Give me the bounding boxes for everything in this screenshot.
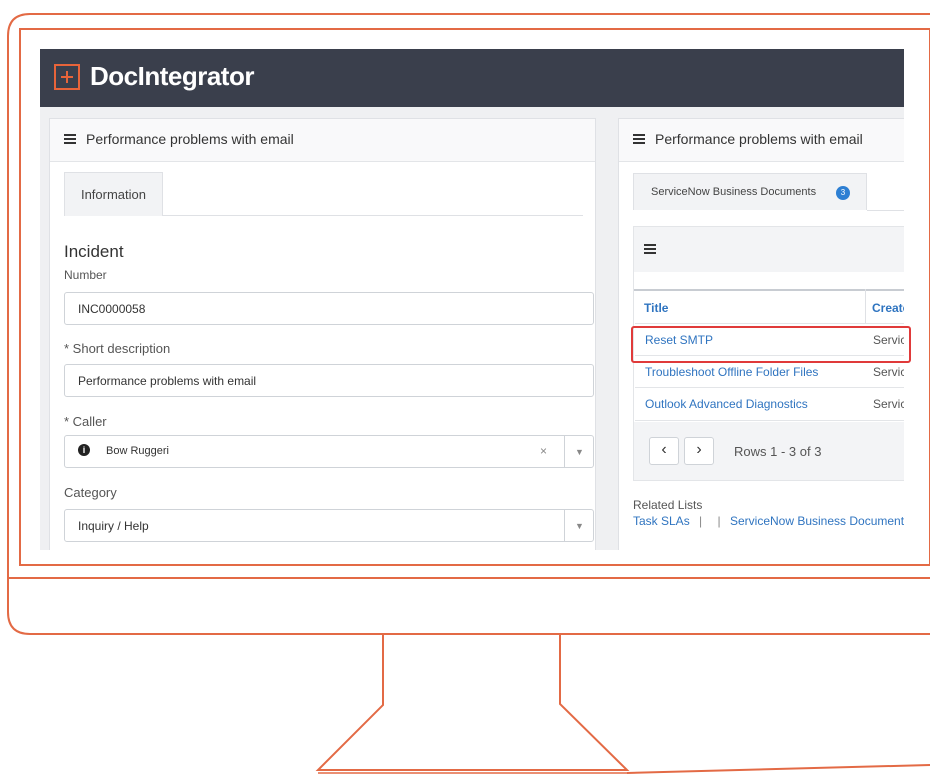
- plus-box-icon: [54, 64, 80, 90]
- table-header: Title Create: [634, 289, 904, 323]
- number-field[interactable]: INC0000058: [64, 292, 594, 325]
- incident-form-panel: Performance problems with email Informat…: [49, 118, 596, 550]
- column-header-created-by[interactable]: Create: [872, 301, 904, 315]
- field-divider: [564, 510, 565, 541]
- section-title: Incident: [64, 242, 124, 261]
- tab-servicenow-business-documents[interactable]: ServiceNow Business Documents 3: [633, 173, 867, 210]
- tab-underline: [867, 210, 904, 211]
- caller-label: * Caller: [64, 414, 107, 429]
- category-label: Category: [64, 485, 117, 500]
- caller-field[interactable]: i Bow Ruggeri × ▼: [64, 435, 594, 468]
- related-lists-links: Task SLAs | | ServiceNow Business Docume…: [633, 514, 904, 528]
- tab-label: ServiceNow Business Documents: [651, 186, 817, 198]
- related-lists-heading: Related Lists: [633, 498, 703, 512]
- count-badge: 3: [836, 186, 850, 200]
- link-separator: |: [699, 514, 703, 528]
- panel-header: Performance problems with email: [619, 119, 904, 162]
- brand-logo-text: DocIntegrator: [90, 61, 254, 91]
- pagination-text: Rows 1 - 3 of 3: [734, 444, 822, 459]
- app-header: DocIntegrator: [40, 49, 904, 107]
- table-row[interactable]: Outlook Advanced Diagnostics Servic: [635, 387, 904, 421]
- field-divider: [564, 436, 565, 467]
- document-title-link[interactable]: Troubleshoot Offline Folder Files: [645, 365, 818, 379]
- hamburger-icon[interactable]: [64, 134, 76, 144]
- chevron-left-icon[interactable]: ‹: [649, 437, 679, 465]
- close-icon[interactable]: ×: [540, 444, 547, 458]
- created-by-cell: Servic: [873, 365, 904, 379]
- column-header-title[interactable]: Title: [644, 301, 668, 315]
- short-description-field[interactable]: Performance problems with email: [64, 364, 594, 397]
- row-highlight-box: [631, 326, 911, 363]
- created-by-cell: Servic: [873, 397, 904, 411]
- related-link-servicenow-business-documents[interactable]: ServiceNow Business Document: [730, 514, 904, 528]
- panel-header: Performance problems with email: [50, 119, 595, 162]
- document-title-link[interactable]: Outlook Advanced Diagnostics: [645, 397, 808, 411]
- number-label: Number: [64, 268, 107, 282]
- short-description-value: Performance problems with email: [78, 374, 257, 388]
- category-value: Inquiry / Help: [78, 519, 149, 533]
- hamburger-icon[interactable]: [644, 244, 656, 254]
- info-icon[interactable]: i: [78, 444, 90, 456]
- column-divider: [865, 289, 866, 323]
- related-link-task-slas[interactable]: Task SLAs: [633, 514, 690, 528]
- hamburger-icon[interactable]: [633, 134, 645, 144]
- panel-title: Performance problems with email: [86, 131, 294, 147]
- app-screen: DocIntegrator Performance problems with …: [40, 49, 904, 550]
- category-select[interactable]: Inquiry / Help ▼: [64, 509, 594, 542]
- number-value: INC0000058: [78, 302, 146, 316]
- chevron-right-icon[interactable]: ›: [684, 437, 714, 465]
- link-separator: |: [717, 514, 721, 528]
- tab-underline: [163, 215, 583, 216]
- chevron-down-icon[interactable]: ▼: [575, 447, 584, 457]
- short-description-label: * Short description: [64, 341, 171, 356]
- chevron-down-icon[interactable]: ▼: [575, 521, 584, 531]
- caller-value: Bow Ruggeri: [106, 445, 169, 457]
- panel-title: Performance problems with email: [655, 131, 863, 147]
- tab-information[interactable]: Information: [64, 172, 163, 216]
